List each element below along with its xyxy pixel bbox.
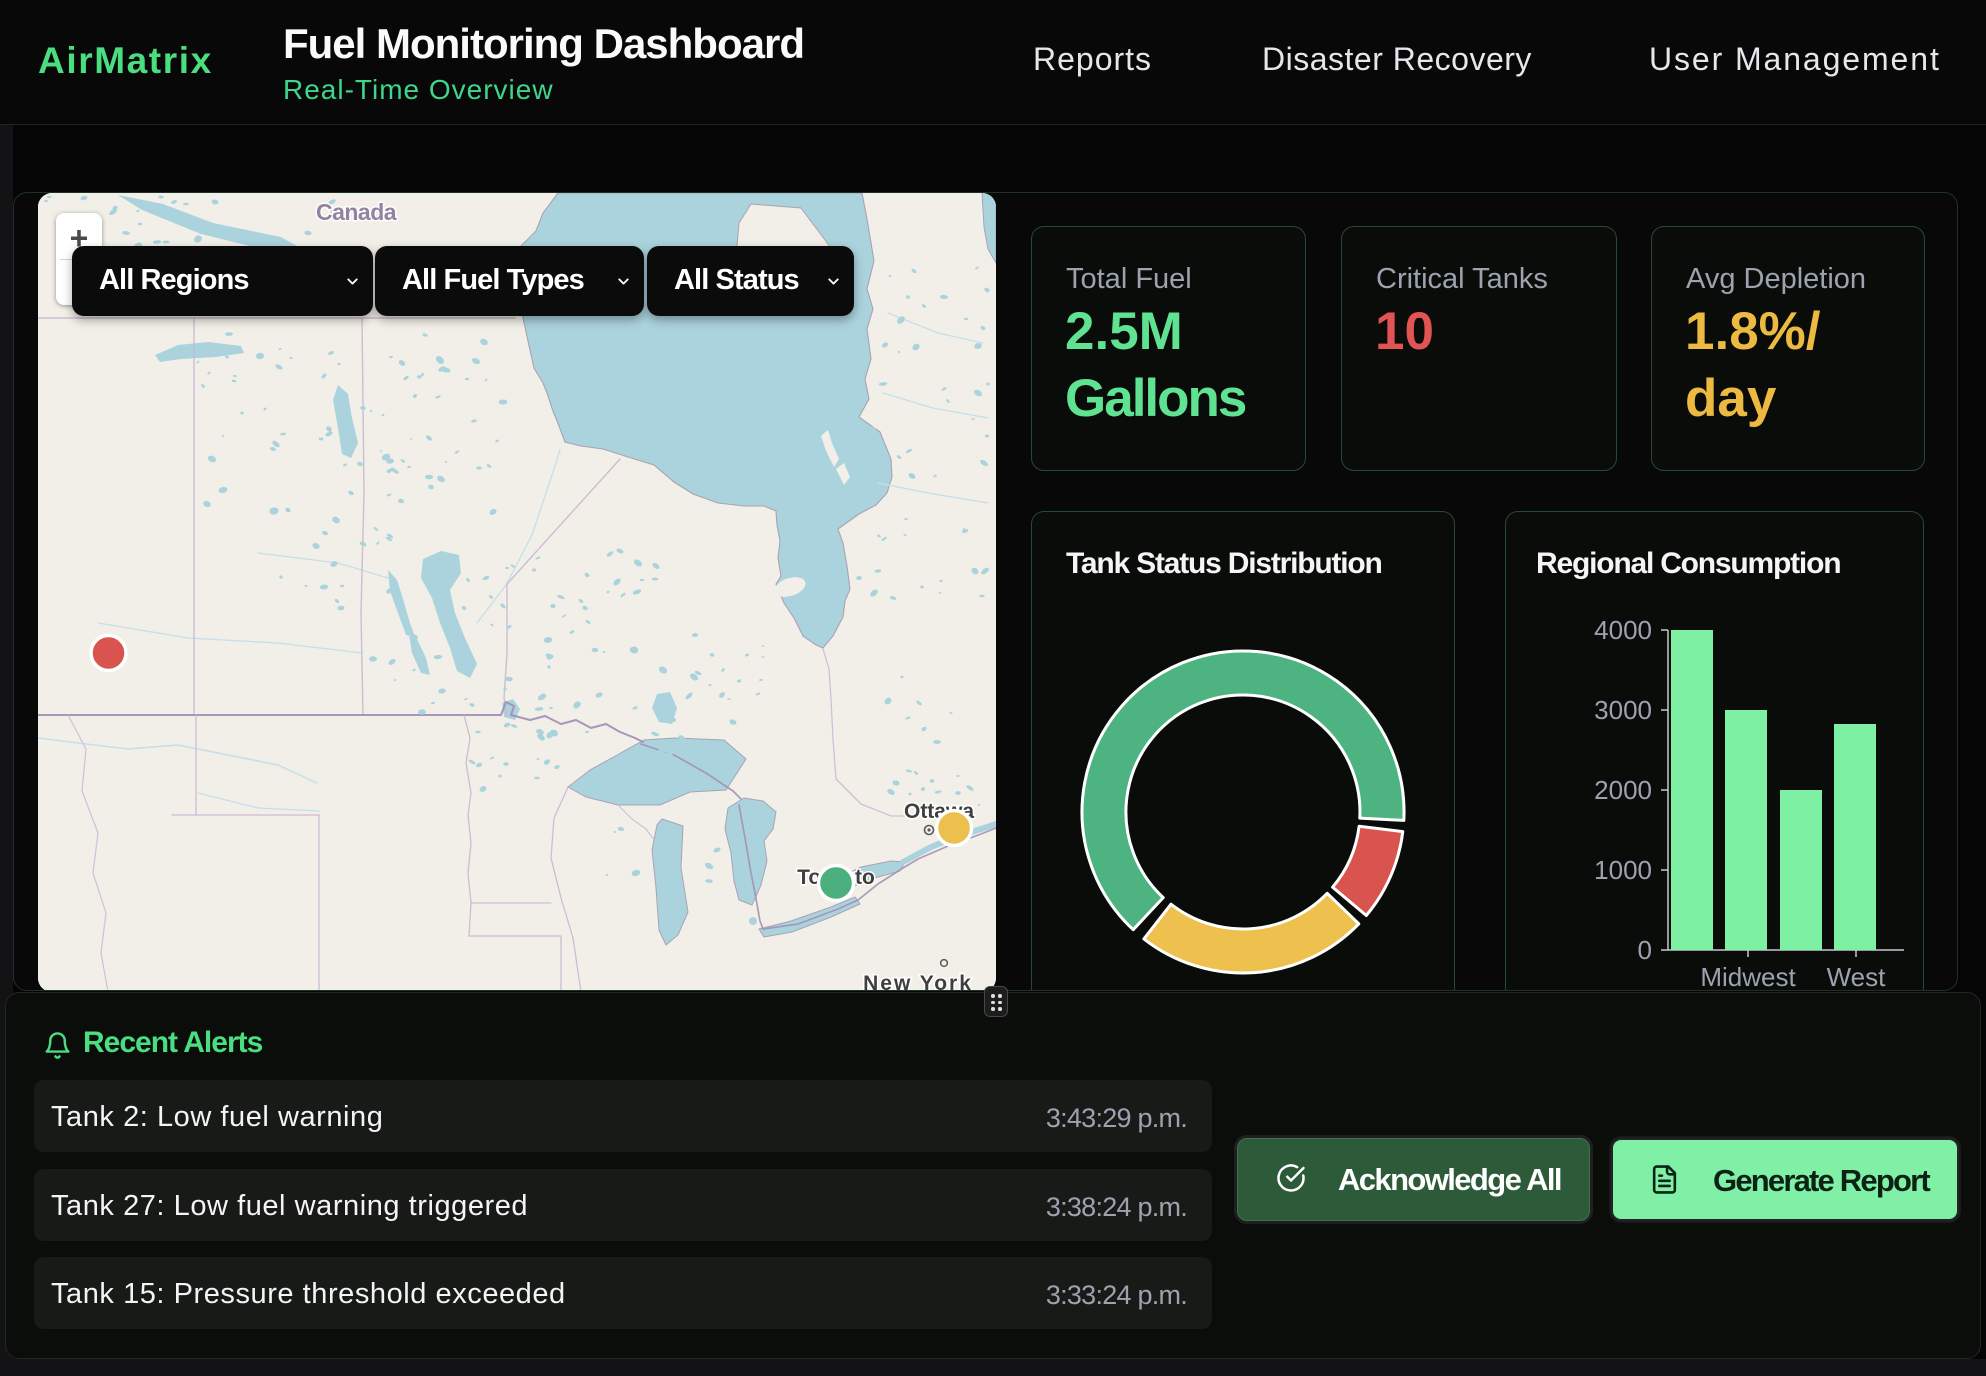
svg-text:Canada: Canada [316, 199, 397, 225]
svg-text:3000: 3000 [1594, 695, 1652, 725]
svg-text:1000: 1000 [1594, 855, 1652, 885]
svg-text:2000: 2000 [1594, 775, 1652, 805]
svg-text:Midwest: Midwest [1700, 962, 1796, 991]
svg-text:0: 0 [1638, 935, 1652, 965]
svg-text:New York: New York [863, 972, 973, 991]
svg-text:West: West [1827, 962, 1887, 991]
svg-text:4000: 4000 [1594, 615, 1652, 645]
